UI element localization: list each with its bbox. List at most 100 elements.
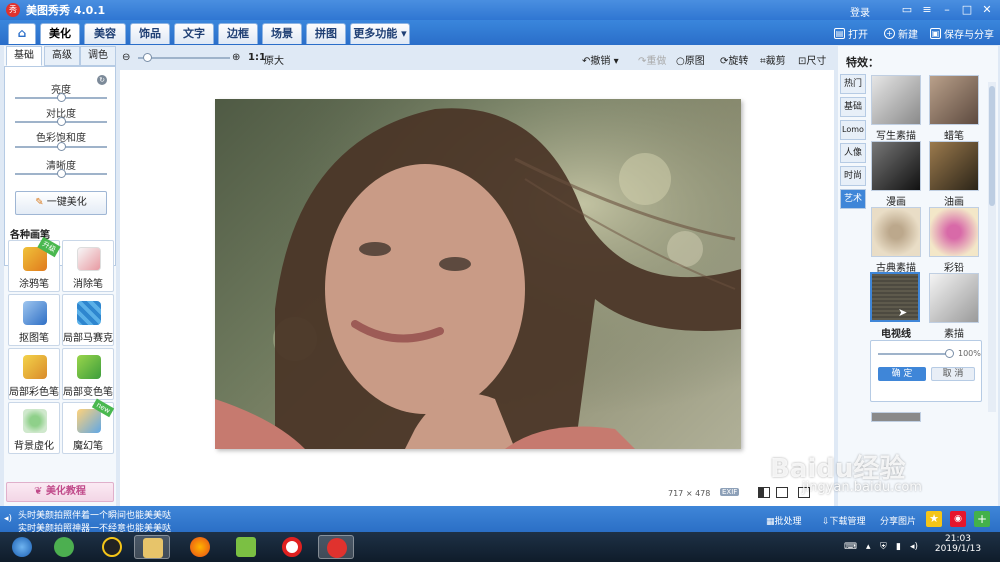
effect-classic-sketch-thumbnail[interactable]	[871, 207, 921, 257]
skin-icon[interactable]: ▭	[900, 3, 914, 17]
tab-popular[interactable]: 热门	[840, 74, 866, 94]
taskbar-app-recorder[interactable]	[274, 535, 310, 559]
weibo-icon[interactable]: ◉	[950, 511, 966, 527]
taskbar-app-qq[interactable]	[94, 535, 130, 559]
rotate-button[interactable]: ⟳旋转	[720, 52, 748, 67]
taskbar-app-360[interactable]	[46, 535, 82, 559]
sharpness-knob[interactable]	[57, 169, 66, 178]
star-icon[interactable]: ★	[926, 511, 942, 527]
save-share-button[interactable]: ▣ 保存与分享	[930, 26, 994, 41]
tab-beautify[interactable]: 美化	[40, 23, 80, 44]
saturation-knob[interactable]	[57, 142, 66, 151]
resize-button[interactable]: ⊡尺寸	[798, 52, 826, 67]
batch-process-button[interactable]: ▦批处理	[766, 514, 802, 527]
opacity-knob[interactable]	[945, 349, 954, 358]
open-button[interactable]: ▤ 打开	[834, 26, 868, 41]
effect-comic-thumbnail[interactable]	[871, 141, 921, 191]
one-key-beautify-button[interactable]: ✎ 一键美化	[15, 191, 107, 215]
tab-frame[interactable]: 边框	[218, 23, 258, 44]
redo-button[interactable]: ↷重做	[638, 52, 666, 67]
new-label: 新建	[898, 30, 918, 41]
photo-graphic	[215, 99, 741, 449]
contrast-knob[interactable]	[57, 117, 66, 126]
shield-icon[interactable]: ⛨	[880, 542, 887, 552]
share-image-button[interactable]: 分享图片	[880, 514, 916, 527]
tab-scene[interactable]: 场景	[262, 23, 302, 44]
zoom-in-icon[interactable]: ⊕	[232, 52, 240, 63]
more-features-dropdown[interactable]: 更多功能 ▾	[350, 23, 410, 44]
background-blur-tool[interactable]: 背景虚化	[8, 402, 60, 454]
start-button[interactable]	[4, 535, 40, 559]
taskbar-app-explorer[interactable]	[134, 535, 170, 559]
download-manager-button[interactable]: ⇩下载管理	[822, 514, 866, 527]
system-clock[interactable]: 21:03 2019/1/13	[930, 534, 986, 554]
media-player-icon	[236, 537, 256, 557]
maximize-icon[interactable]: □	[960, 3, 974, 17]
tab-art[interactable]: 艺术	[840, 189, 866, 209]
save-share-label: 保存与分享	[944, 30, 994, 41]
taskbar-app-firefox[interactable]	[182, 535, 218, 559]
beautify-tutorial-button[interactable]: ❦ 美化教程	[6, 482, 114, 502]
zoom-out-icon[interactable]: ⊖	[122, 52, 130, 63]
home-tab[interactable]: ⌂	[8, 23, 36, 44]
menu-icon[interactable]: ≡	[920, 3, 934, 17]
split-view-icon[interactable]	[776, 487, 788, 498]
tab-text[interactable]: 文字	[174, 23, 214, 44]
left-panel: 基础 高级 调色 ↻ 亮度 对比度 色彩饱和度 清晰度 ✎ 一键美化 各种画笔 …	[4, 46, 116, 506]
close-icon[interactable]: ✕	[980, 3, 994, 17]
local-recolor-brush-tool[interactable]: 局部变色笔	[62, 348, 114, 400]
tray-up-icon[interactable]: ▴	[866, 542, 871, 552]
eraser-tool[interactable]: 消除笔	[62, 240, 114, 292]
opacity-slider[interactable]	[878, 353, 952, 355]
tab-portrait[interactable]: 人像	[840, 143, 866, 163]
minimize-icon[interactable]: –	[940, 3, 954, 17]
cancel-button[interactable]: 取 消	[931, 367, 975, 381]
tab-accessories[interactable]: 饰品	[130, 23, 170, 44]
login-link[interactable]: 登录	[850, 4, 870, 19]
compare-icon[interactable]	[758, 487, 770, 498]
news-ticker-line-1[interactable]: 头时美颜拍照伴着一个瞬间也能美美哒	[18, 508, 171, 521]
local-color-brush-tool[interactable]: 局部彩色笔	[8, 348, 60, 400]
effects-scrollbar-thumb[interactable]	[989, 86, 995, 206]
keyboard-icon[interactable]: ⌨	[844, 542, 857, 552]
taskbar-app-meitu[interactable]	[318, 535, 354, 559]
tab-color[interactable]: 调色	[80, 46, 116, 66]
zoom-knob[interactable]	[142, 53, 152, 62]
effect-color-pencil-label: 彩铅	[944, 263, 964, 274]
crop-button[interactable]: ⌗裁剪	[760, 52, 786, 67]
effect-tv-lines-thumbnail[interactable]	[870, 272, 920, 322]
effect-sketch-thumbnail[interactable]	[871, 75, 921, 125]
taskbar-app-media[interactable]	[228, 535, 264, 559]
speaker-icon[interactable]: ◂)	[4, 514, 12, 524]
undo-button[interactable]: ↶撤销 ▾	[582, 52, 619, 67]
add-icon[interactable]: +	[974, 511, 990, 527]
exif-button[interactable]: EXIF	[720, 488, 740, 496]
edited-photo[interactable]	[215, 99, 741, 449]
effect-crayon-thumbnail[interactable]	[929, 75, 979, 125]
effect-pencil-sketch-thumbnail[interactable]	[929, 273, 979, 323]
brightness-knob[interactable]	[57, 93, 66, 102]
tab-basic[interactable]: 基础	[6, 46, 42, 66]
tab-basic-effects[interactable]: 基础	[840, 97, 866, 117]
effect-partial-thumbnail[interactable]	[871, 412, 921, 422]
tab-makeup[interactable]: 美容	[84, 23, 126, 44]
home-icon: ⌂	[17, 26, 27, 40]
original-size-label[interactable]: 原大	[264, 52, 284, 67]
tab-advanced[interactable]: 高级	[44, 46, 80, 66]
effect-pencil-sketch-label: 素描	[944, 329, 964, 340]
doodle-brush-tool[interactable]: 升级 涂鸦笔	[8, 236, 61, 292]
new-button[interactable]: + 新建	[884, 26, 918, 41]
tab-fashion[interactable]: 时尚	[840, 166, 866, 186]
effect-oil-painting-thumbnail[interactable]	[929, 141, 979, 191]
tab-collage[interactable]: 拼图	[306, 23, 346, 44]
original-image-button[interactable]: ○原图	[676, 52, 705, 67]
magic-brush-tool[interactable]: new 魔幻笔	[62, 398, 115, 454]
network-icon[interactable]: ▮	[896, 542, 901, 552]
mosaic-tool[interactable]: 局部马赛克	[62, 294, 114, 346]
ok-button[interactable]: 确 定	[878, 367, 926, 381]
zoom-slider[interactable]	[138, 57, 230, 59]
cutout-tool[interactable]: 抠图笔	[8, 294, 60, 346]
tab-lomo[interactable]: Lomo	[840, 120, 866, 140]
effect-color-pencil-thumbnail[interactable]	[929, 207, 979, 257]
volume-icon[interactable]: ◂)	[910, 542, 918, 552]
